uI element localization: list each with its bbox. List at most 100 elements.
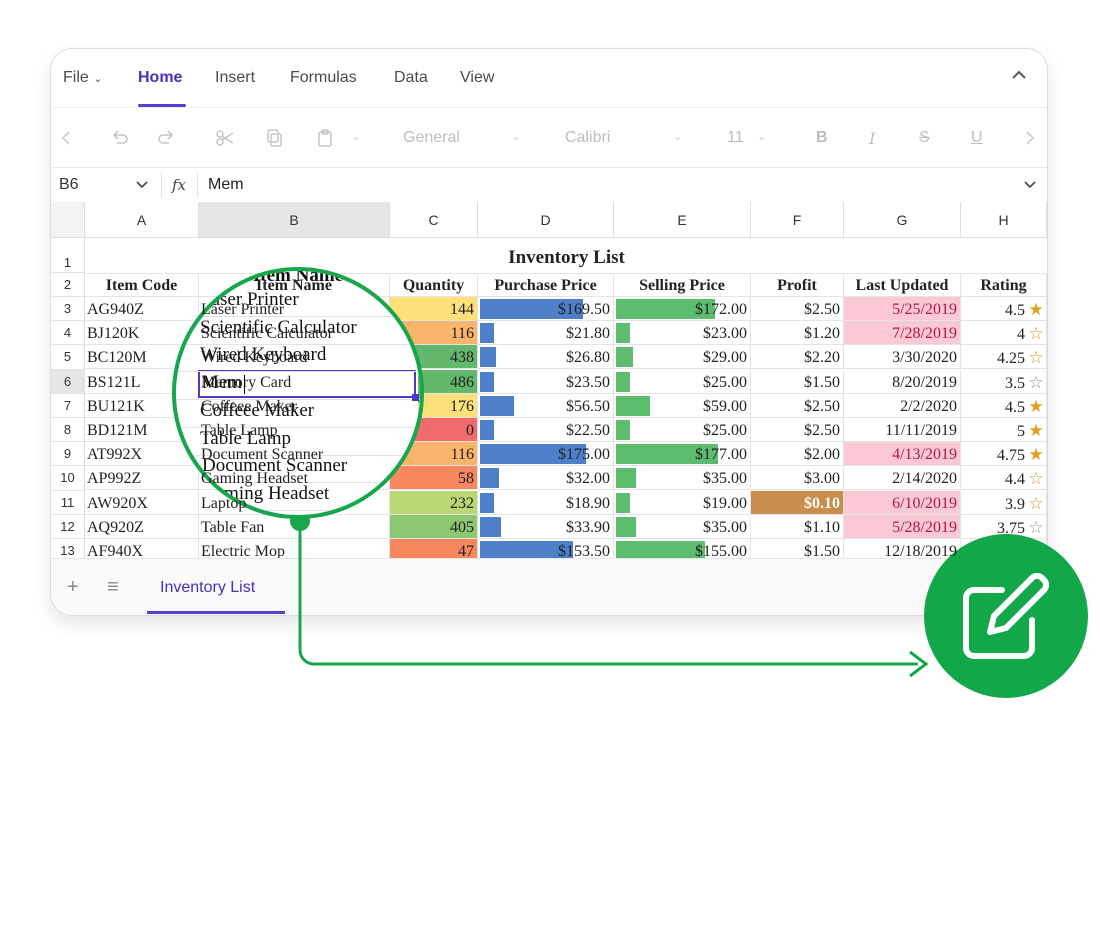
star-icon: ☆ [1028,469,1044,489]
rating-cell-text: 4 [1017,326,1025,344]
item-name-cell-text: Electric Mop [201,543,285,558]
rating-cell-text: 4.5 [1005,398,1025,416]
item-name-cell-text: Coffeee Maker [201,397,298,415]
star-icon: ☆ [1028,324,1044,344]
purchase-price-cell-text: $26.80 [566,349,610,367]
selling-price-cell-text: $35.00 [703,470,747,488]
quantity-cell-text: 486 [450,373,474,391]
last-updated-cell-text: 4/13/2019 [892,446,957,464]
header-cell-text: Last Updated [855,277,949,294]
purchase-price-cell-text: $21.80 [566,325,610,343]
selling-price-cell-text: $29.00 [703,349,747,367]
item-code-cell-text: AW920X [87,494,148,512]
header-cell[interactable]: Purchase Price [478,273,614,297]
header-cell-text: Quantity [402,277,465,294]
star-icon: ☆ [1028,348,1044,368]
header-cell[interactable]: Last Updated [844,273,961,297]
purchase-data-bar [480,323,494,344]
star-icon: ★ [1028,300,1044,319]
purchase-data-bar [480,492,494,513]
selling-price-cell-text: $35.00 [703,518,747,536]
item-name-cell-text: Table Fan [201,518,265,536]
item-name-cell-text: Laptop [201,494,247,512]
purchase-data-bar [480,347,497,368]
purchase-price-cell-text: $169.50 [558,301,610,318]
purchase-price-cell-text: $175.00 [558,446,610,464]
selling-price-cell-text: $155.00 [695,543,747,558]
purchase-data-bar [480,516,501,537]
rating-cell-text: 3.75 [997,519,1025,537]
profit-cell-text: $1.20 [804,325,840,343]
rating-cell-text: 4.4 [1005,471,1025,489]
selling-price-cell-text: $25.00 [703,373,747,391]
star-icon: ☆ [1028,493,1044,513]
rating-cell-text: 4.5 [1005,302,1025,319]
purchase-data-bar [480,395,515,416]
purchase-data-bar [480,420,494,440]
profit-cell-text: $2.00 [804,446,840,464]
header-cell-text: Profit [777,277,817,294]
quantity-cell-text: 232 [450,494,474,512]
header-cell-text: Item Name [256,277,332,294]
quantity-cell-text: 176 [450,397,474,415]
item-name-cell-text: Wired Keyboard [201,349,308,367]
fill-handle[interactable] [412,394,419,401]
rating-cell-text: 4.75 [997,447,1025,465]
item-code-cell-text: BC120M [87,349,147,367]
rating-cell-text: 3.9 [1005,495,1025,513]
purchase-price-cell-text: $18.90 [566,494,610,512]
item-code-cell-text: AP992Z [87,470,142,488]
rating-cell-text: 4.25 [997,350,1025,368]
quantity-cell-text: 58 [458,470,474,488]
star-icon: ☆ [1028,517,1044,537]
selling-data-bar [616,347,633,368]
quantity-cell-text: 47 [458,543,474,558]
item-code-cell-text: AF940X [87,543,144,558]
item-name-cell-text: Gaming Headset [201,470,309,488]
item-name-cell-text: Laser Printer [201,301,285,318]
purchase-price-cell-text: $32.00 [566,470,610,488]
header-cell-text: Rating [980,277,1027,294]
selling-data-bar [616,492,630,513]
item-code-cell-text: BU121K [87,397,145,415]
item-code-cell-text: AG940Z [87,301,144,318]
last-updated-cell-text: 8/20/2019 [892,373,957,391]
purchase-price-cell-text: $153.50 [558,543,610,558]
purchase-price-cell-text: $33.90 [566,518,610,536]
item-name-cell-text: Document Scanner [201,446,324,464]
selling-data-bar [616,468,637,489]
last-updated-cell-text: 5/25/2019 [892,301,957,318]
profit-cell-text: $2.20 [804,349,840,367]
item-name-cell-text: Scientific Calculator [201,325,333,343]
profit-cell-text: $2.50 [804,397,840,415]
selling-price-cell[interactable]: $172.00 [614,297,751,321]
profit-cell-text: $3.00 [804,470,840,488]
star-icon: ☆ [1028,372,1044,392]
item-code-cell-text: AT992X [87,446,143,464]
edit-button[interactable] [924,534,1088,698]
header-cell-text: Selling Price [639,277,725,294]
purchase-data-bar [480,371,495,392]
selling-price-cell[interactable]: $177.00 [614,442,751,467]
star-icon: ★ [1028,445,1044,465]
last-updated-cell-text: 7/28/2019 [892,325,957,343]
purchase-price-cell-text: $22.50 [566,422,610,439]
purchase-price-cell-text: $56.50 [566,397,610,415]
rating-cell-text: 5 [1017,423,1025,440]
star-icon: ★ [1028,421,1044,440]
purchase-price-cell[interactable]: $175.00 [478,442,614,467]
quantity-cell-text: 405 [450,518,474,536]
last-updated-cell-text: 11/11/2019 [885,422,957,439]
last-updated-cell-text: 2/2/2020 [900,397,957,415]
pencil-square-icon [963,572,1050,659]
profit-cell-text: $1.50 [804,543,840,558]
selling-data-bar [616,395,651,416]
last-updated-cell-text: 5/28/2019 [892,518,957,536]
header-cell-text: Purchase Price [494,277,597,294]
purchase-price-cell-text: $23.50 [566,373,610,391]
purchase-price-cell[interactable]: $169.50 [478,297,614,321]
selling-price-cell-text: $177.00 [695,446,747,464]
selling-price-cell-text: $25.00 [703,422,747,439]
item-code-cell-text: BS121L [87,373,141,391]
last-updated-cell-text: 6/10/2019 [892,494,957,512]
